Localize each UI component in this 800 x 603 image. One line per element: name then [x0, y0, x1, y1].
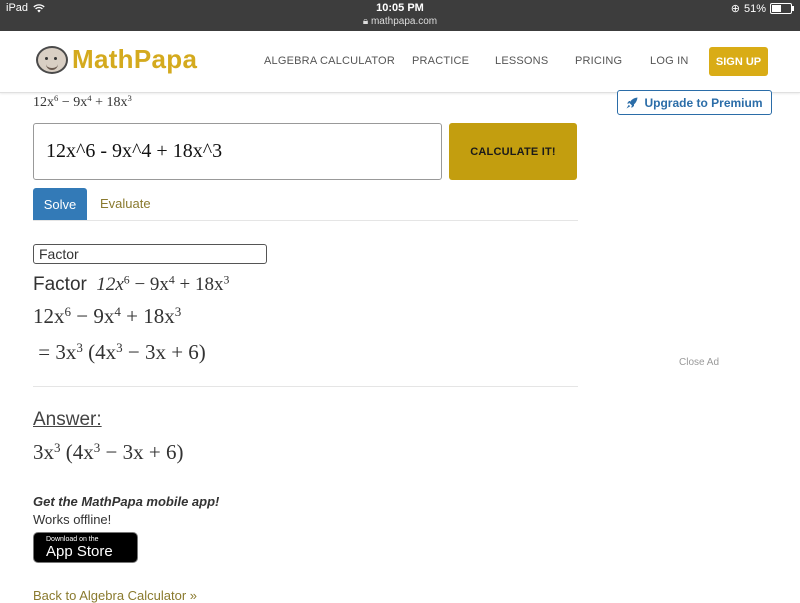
badge-line2: App Store — [46, 543, 113, 560]
nav-log-in[interactable]: LOG IN — [650, 55, 689, 67]
app-promo-title: Get the MathPapa mobile app! — [33, 494, 220, 509]
step-title: Factor 12x6 − 9x4 + 18x3 — [33, 273, 230, 295]
answer-label: Answer: — [33, 409, 102, 430]
address-bar[interactable]: 🔒︎ mathpapa.com — [0, 16, 800, 27]
url-text: mathpapa.com — [370, 16, 438, 27]
logo-face-icon — [36, 45, 68, 74]
rotation-lock-icon: ⊕ — [730, 3, 740, 15]
status-bar: iPad 10:05 PM 🔒︎ mathpapa.com ⊕ 51% — [0, 0, 800, 31]
step-result: = 3x3 (4x3 − 3x + 6) — [38, 339, 206, 364]
app-promo-subtitle: Works offline! — [33, 512, 112, 527]
logo[interactable]: MathPapa — [36, 44, 197, 75]
upgrade-premium-label: Upgrade to Premium — [644, 95, 763, 110]
status-right: ⊕ 51% — [730, 2, 794, 15]
lock-icon: 🔒︎ — [362, 16, 369, 27]
nav-algebra-calculator[interactable]: ALGEBRA CALCULATOR — [264, 55, 395, 67]
battery-icon — [770, 3, 794, 14]
app-store-badge[interactable]: Download on the App Store — [33, 532, 138, 563]
rocket-icon — [626, 97, 638, 108]
nav-practice[interactable]: PRACTICE — [412, 55, 469, 67]
step-label: Factor — [33, 274, 87, 295]
previous-expression: 12x6 − 9x4 + 18x3 — [33, 93, 132, 110]
clock: 10:05 PM — [376, 2, 424, 14]
tab-divider — [33, 220, 578, 221]
step-original-expression: 12x6 − 9x4 + 18x3 — [33, 303, 182, 328]
battery-percent: 51% — [743, 2, 766, 15]
step-select[interactable]: Factor — [33, 244, 267, 264]
tab-solve[interactable]: Solve — [33, 188, 87, 220]
sign-up-button[interactable]: SIGN UP — [709, 47, 768, 76]
upgrade-premium-button[interactable]: Upgrade to Premium — [617, 90, 772, 115]
site-header: MathPapa ALGEBRA CALCULATOR PRACTICE LES… — [0, 31, 800, 93]
section-divider — [33, 386, 578, 387]
nav-pricing[interactable]: PRICING — [575, 55, 622, 67]
calculate-button[interactable]: CALCULATE IT! — [449, 123, 577, 180]
logo-text: MathPapa — [72, 44, 198, 74]
tab-evaluate[interactable]: Evaluate — [100, 196, 151, 211]
answer-value: 3x3 (4x3 − 3x + 6) — [33, 439, 184, 464]
expression-input[interactable]: 12x^6 - 9x^4 + 18x^3 — [33, 123, 442, 180]
close-ad-link[interactable]: Close Ad — [679, 357, 719, 368]
nav-lessons[interactable]: LESSONS — [495, 55, 548, 67]
back-to-calculator-link[interactable]: Back to Algebra Calculator » — [33, 588, 197, 603]
